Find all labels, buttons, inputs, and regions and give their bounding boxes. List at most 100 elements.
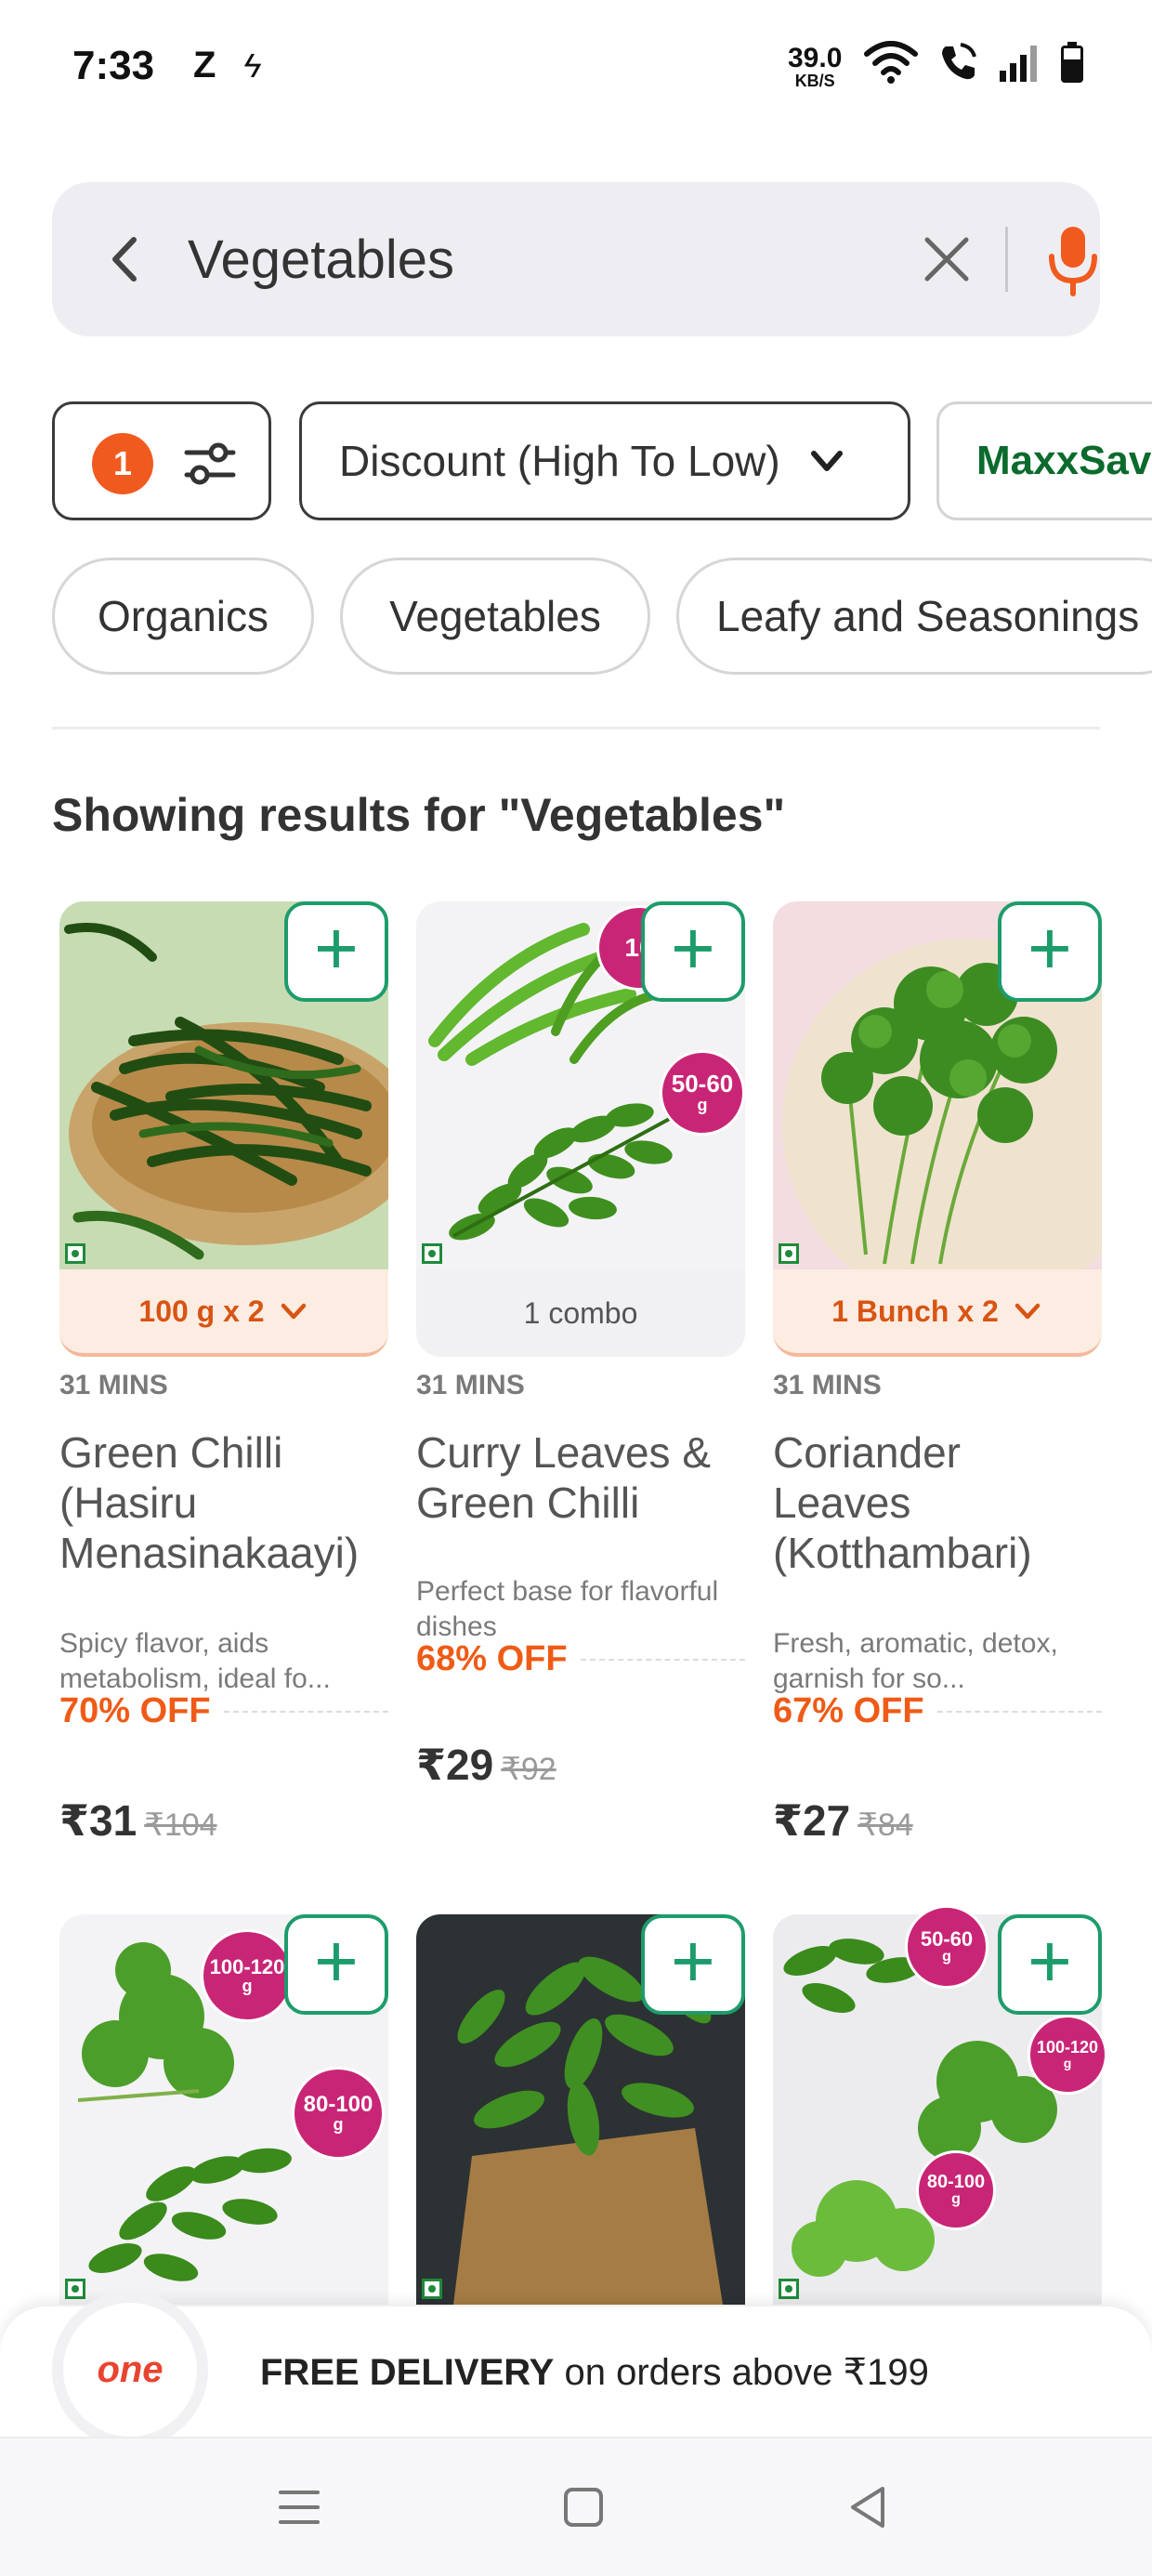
chip-leafy-seasonings[interactable]: Leafy and Seasonings: [676, 558, 1152, 675]
signal-icon: [1000, 46, 1037, 82]
home-icon[interactable]: [556, 2479, 611, 2535]
price: ₹29: [416, 1741, 494, 1789]
mrp: ₹84: [857, 1807, 913, 1843]
price-row: ₹29 ₹92: [416, 1740, 556, 1790]
price-row: ₹27 ₹84: [773, 1795, 913, 1846]
mrp: ₹92: [501, 1752, 556, 1787]
weight-badge: 50-60 g: [905, 1905, 988, 1989]
dashed-divider: [223, 1710, 388, 1713]
product-description: Fresh, aromatic, detox, garnish for so..…: [773, 1628, 1058, 1694]
product-card[interactable]: + 1 Bunch x 2 31 MINS Coriander Leaves (…: [766, 901, 1102, 1845]
category-chips: Organics Vegetables Leafy and Seasonings: [52, 558, 1152, 675]
chevron-down-icon: [281, 1303, 306, 1320]
free-delivery-rest: on orders above ₹199: [554, 2352, 929, 2393]
veg-indicator-icon: [422, 1243, 442, 1264]
free-delivery-text: FREE DELIVERY on orders above ₹199: [260, 2351, 929, 2394]
veg-indicator-icon: [779, 2279, 799, 2299]
status-time: 7:33: [72, 43, 155, 88]
discount-row: 70% OFF: [59, 1691, 388, 1731]
veg-indicator-icon: [65, 1243, 85, 1264]
dashed-divider: [936, 1710, 1102, 1713]
section-divider: [52, 727, 1100, 729]
variant-label: 1 combo: [523, 1295, 638, 1330]
filter-button[interactable]: 1: [52, 401, 271, 520]
product-description: Spicy flavor, aids metabolism, ideal fo.…: [59, 1628, 331, 1694]
filter-row: 1 Discount (High To Low) MaxxSave: [52, 401, 1152, 520]
delivery-eta: 31 MINS: [416, 1370, 525, 1400]
variant-selector[interactable]: 100 g x 2: [59, 1269, 388, 1357]
add-button[interactable]: +: [998, 1914, 1102, 2015]
veg-indicator-icon: [779, 1243, 799, 1264]
chevron-down-icon: [1015, 1303, 1041, 1320]
discount-label: 68% OFF: [416, 1639, 568, 1678]
back-arrow-icon[interactable]: [93, 227, 158, 292]
add-button[interactable]: +: [998, 901, 1102, 1002]
price: ₹31: [59, 1796, 137, 1845]
search-divider: [1005, 227, 1008, 292]
delivery-eta: 31 MINS: [773, 1370, 882, 1400]
discount-row: 68% OFF: [416, 1639, 745, 1679]
weight-badge: 100-120 g: [1028, 2015, 1107, 2095]
system-nav-bar: [0, 2437, 1152, 2576]
veg-indicator-icon: [422, 2279, 442, 2299]
add-button[interactable]: +: [641, 1914, 745, 2015]
chevron-down-icon: [810, 451, 843, 471]
recent-apps-icon[interactable]: [271, 2479, 327, 2535]
variant-selector[interactable]: 1 combo: [416, 1269, 745, 1357]
discount-label: 70% OFF: [59, 1691, 211, 1730]
sort-label: Discount (High To Low): [339, 437, 780, 485]
chip-organics[interactable]: Organics: [52, 558, 314, 675]
product-name: Curry Leaves & Green Chilli: [416, 1428, 712, 1527]
free-delivery-bold: FREE DELIVERY: [260, 2352, 555, 2393]
close-icon[interactable]: [916, 229, 977, 290]
price: ₹27: [773, 1796, 851, 1845]
network-speed-unit: KB/S: [794, 72, 835, 90]
product-description: Perfect base for flavorful dishes: [416, 1576, 719, 1642]
filter-count-badge: 1: [92, 433, 153, 494]
variant-label: 100 g x 2: [138, 1294, 265, 1328]
product-card[interactable]: 100-120 g 80-100 g +: [52, 1914, 388, 2314]
search-input[interactable]: [188, 219, 894, 299]
one-logo-text: one: [97, 2348, 164, 2390]
variant-label: 1 Bunch x 2: [831, 1294, 999, 1328]
maxxsave-label: MaxxSave: [976, 438, 1152, 483]
search-bar: [52, 182, 1100, 336]
wifi-calling-icon: [942, 43, 976, 80]
add-button[interactable]: +: [284, 1914, 388, 2015]
product-card[interactable]: +: [409, 1914, 745, 2314]
discount-label: 67% OFF: [773, 1691, 924, 1730]
veg-indicator-icon: [65, 2279, 85, 2299]
add-button[interactable]: +: [284, 901, 388, 1002]
discount-row: 67% OFF: [773, 1691, 1102, 1731]
one-membership-logo[interactable]: one: [52, 2292, 208, 2448]
price-row: ₹31 ₹104: [59, 1795, 217, 1846]
delivery-eta: 31 MINS: [59, 1370, 168, 1400]
maxxsave-filter[interactable]: MaxxSave: [936, 401, 1152, 520]
results-heading: Showing results for "Vegetables": [52, 789, 786, 841]
microphone-icon[interactable]: [1041, 221, 1106, 299]
battery-icon: [1061, 42, 1083, 83]
mrp: ₹104: [144, 1807, 217, 1843]
product-card[interactable]: + 100 g x 2 31 MINS Green Chilli (Hasiru…: [52, 901, 388, 1845]
status-bolt-icon: ϟ: [243, 46, 262, 85]
sort-dropdown[interactable]: Discount (High To Low): [299, 401, 910, 520]
weight-badge: 100-120 g: [201, 1929, 294, 2022]
sliders-icon: [184, 442, 236, 485]
weight-badge: 50-60 g: [660, 1050, 745, 1136]
network-speed: 39.0 KB/S: [788, 43, 843, 90]
add-button[interactable]: +: [641, 901, 745, 1002]
dashed-divider: [580, 1658, 745, 1661]
status-icons: [864, 41, 1085, 84]
back-triangle-icon[interactable]: [840, 2479, 896, 2535]
wifi-icon: [864, 41, 918, 84]
network-speed-value: 39.0: [788, 43, 843, 73]
variant-selector[interactable]: 1 Bunch x 2: [773, 1269, 1102, 1357]
status-z-icon: Z: [193, 45, 216, 85]
product-card[interactable]: 10 50-60 g + 1 combo 31 MINS Curry Leaves…: [409, 901, 745, 1831]
product-name: Coriander Leaves (Kotthambari): [773, 1428, 1032, 1577]
status-bar: 7:33 Z ϟ 39.0 KB/S: [0, 0, 1152, 139]
weight-badge: 80-100 g: [292, 2067, 385, 2160]
chip-vegetables[interactable]: Vegetables: [340, 558, 650, 675]
product-card[interactable]: 50-60 g 100-120 g 80-100 g +: [766, 1905, 1107, 2314]
product-name: Green Chilli (Hasiru Menasinakaayi): [59, 1428, 360, 1577]
